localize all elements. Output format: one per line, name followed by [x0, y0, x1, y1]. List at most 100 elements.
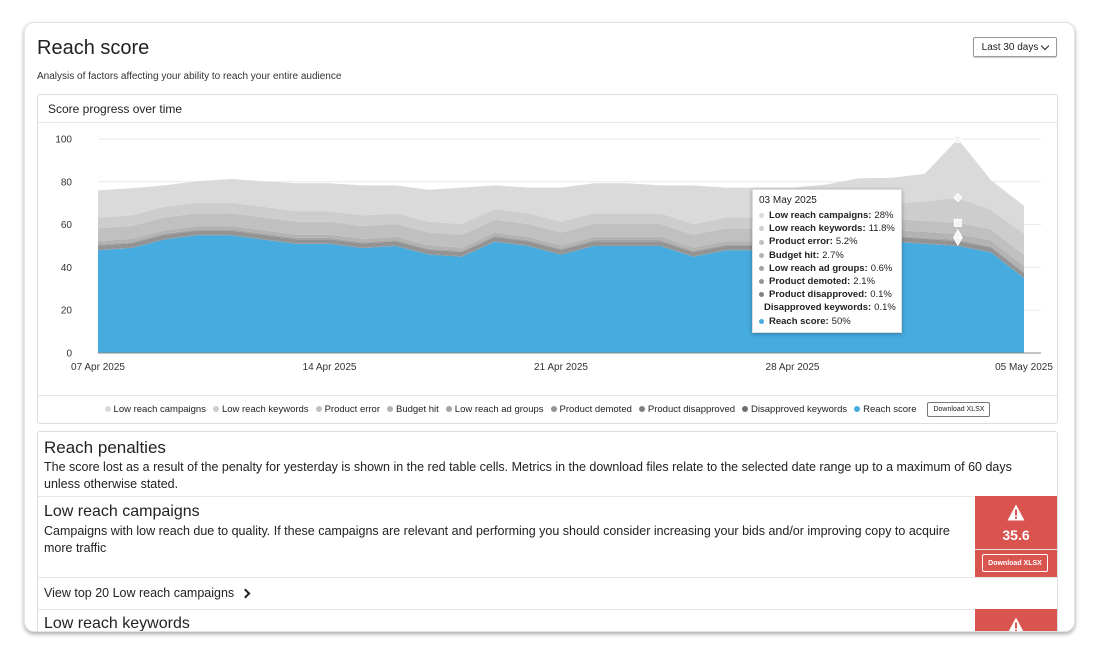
y-tick-label: 100	[55, 135, 72, 146]
legend-label: Product disapproved	[647, 403, 736, 415]
legend-dot-icon	[212, 406, 219, 412]
legend-item[interactable]: Budget hit	[387, 404, 439, 415]
tooltip-label: Reach score:	[769, 315, 829, 327]
row-divider	[38, 609, 1057, 610]
tooltip-value: 50%	[831, 315, 851, 327]
legend-item[interactable]: Product demoted	[550, 403, 632, 415]
report-frame: Reach score Analysis of factors affectin…	[24, 22, 1075, 632]
page-title: Reach score	[37, 37, 150, 59]
legend-label: Product error	[324, 403, 380, 415]
x-tick-label: 05 May 2025	[995, 362, 1053, 373]
penalties-description: The score lost as a result of the penalt…	[44, 460, 1012, 491]
tooltip-row: Low reach ad groups: 0.6%	[759, 262, 895, 275]
x-tick-label: 21 Apr 2025	[534, 362, 588, 373]
y-tick-label: 80	[61, 177, 73, 188]
penalty-score-value: 35.6	[1002, 527, 1030, 543]
tooltip-dot-icon	[759, 213, 764, 219]
penalty-download-xlsx-button[interactable]: Download XLSX	[982, 554, 1048, 572]
legend-dot-icon	[638, 406, 645, 412]
chevron-down-icon	[1041, 41, 1050, 50]
y-tick-label: 20	[61, 306, 73, 317]
legend-item[interactable]: Low reach ad groups	[445, 403, 544, 415]
tooltip-label: Low reach ad groups:	[769, 262, 868, 274]
legend-dot-icon	[550, 406, 557, 412]
tooltip-label: Low reach keywords:	[769, 223, 866, 235]
legend-item[interactable]: Low reach keywords	[212, 403, 309, 415]
legend-label: Disapproved keywords	[751, 403, 848, 415]
tooltip-label: Budget hit:	[769, 249, 820, 261]
tooltip-value: 2.1%	[853, 276, 875, 288]
tooltip-row: Low reach campaigns: 28%	[759, 209, 895, 222]
view-top-20-link[interactable]: View top 20 Low reach campaigns	[44, 586, 251, 600]
legend-label: Product demoted	[559, 403, 632, 415]
tooltip-date: 03 May 2025	[759, 195, 817, 206]
row-divider	[38, 496, 975, 497]
tooltip-dot-icon	[759, 252, 764, 258]
chart-legend: Low reach campaigns Low reach keywords Pro…	[38, 395, 1057, 422]
penalty-score-cell	[975, 609, 1057, 631]
tooltip-value: 28%	[874, 210, 894, 221]
tooltip-label: Product demoted:	[769, 276, 851, 288]
tooltip-row: Budget hit: 2.7%	[759, 249, 895, 262]
tooltip-value: 0.1%	[874, 302, 896, 314]
x-tick-label: 07 Apr 2025	[71, 362, 125, 373]
legend-item[interactable]: Product disapproved	[638, 403, 736, 415]
score-progress-card: Score progress over time 0 20 40 60 80 100 07 …	[37, 94, 1058, 424]
y-tick-label: 60	[61, 220, 73, 231]
penalty-cell-divider	[975, 549, 1057, 550]
score-progress-chart[interactable]: 0 20 40 60 80 100 07 Apr 2025 14 Apr 2025 21 Apr…	[38, 95, 1057, 395]
tooltip-dot-icon	[759, 226, 764, 232]
chevron-right-icon	[240, 588, 251, 598]
legend-dot-icon	[445, 406, 452, 412]
tooltip-value: 0.6%	[870, 262, 893, 274]
legend-item[interactable]: Reach score	[854, 404, 916, 415]
warning-icon	[1007, 504, 1025, 521]
penalties-title: Reach penalties	[44, 438, 166, 457]
date-range-select[interactable]: Last 30 days	[973, 37, 1057, 57]
tooltip-dot-icon	[759, 239, 764, 245]
tooltip-label: Disapproved keywords:	[764, 302, 872, 314]
tooltip-row: Product demoted: 2.1%	[759, 275, 895, 288]
legend-label: Budget hit	[396, 403, 439, 415]
legend-item[interactable]: Low reach campaigns	[104, 403, 206, 415]
tooltip-value: 0.1%	[870, 289, 892, 301]
page-subtitle: Analysis of factors affecting your abili…	[37, 71, 342, 82]
chart-tooltip: 03 May 2025 Low reach campaigns: 28% Low r…	[752, 189, 902, 333]
x-tick-label: 28 Apr 2025	[766, 362, 820, 373]
tooltip-dot-icon	[759, 292, 764, 298]
tooltip-row: Disapproved keywords: 0.1%	[759, 301, 896, 314]
legend-label: Low reach keywords	[221, 403, 309, 415]
legend-dot-icon	[315, 406, 322, 412]
hover-marker	[953, 218, 962, 227]
legend-item[interactable]: Product error	[315, 403, 380, 415]
tooltip-label: Product error:	[769, 236, 833, 248]
view-top-20-label: View top 20 Low reach campaigns	[44, 586, 235, 600]
penalty-score-cell: 35.6 Download XLSX	[975, 496, 1057, 577]
tooltip-row: Product disapproved: 0.1%	[759, 288, 895, 301]
legend-label: Low reach campaigns	[113, 403, 206, 415]
legend-label: Low reach ad groups	[454, 403, 544, 415]
penalty-title-low-reach-campaigns: Low reach campaigns	[44, 503, 200, 520]
penalty-description-low-reach-campaigns: Campaigns with low reach due to quality.…	[44, 524, 950, 555]
legend-dot-icon	[742, 406, 749, 412]
reach-penalties-card: Reach penalties The score lost as a resu…	[37, 431, 1058, 632]
y-tick-label: 40	[61, 263, 73, 274]
warning-icon	[1008, 617, 1024, 631]
legend-label: Reach score	[863, 403, 917, 415]
legend-item[interactable]: Disapproved keywords	[742, 404, 847, 415]
penalty-title-low-reach-keywords: Low reach keywords	[44, 615, 190, 632]
tooltip-row: Product error: 5.2%	[759, 235, 895, 248]
tooltip-label: Product disapproved:	[769, 289, 868, 301]
legend-dot-icon	[387, 406, 393, 412]
tooltip-value: 11.8%	[868, 223, 895, 235]
tooltip-dot-icon	[759, 318, 764, 324]
legend-dot-icon	[854, 406, 861, 412]
chart-download-xlsx-button[interactable]: Download XLSX	[927, 401, 991, 417]
x-tick-label: 14 Apr 2025	[303, 362, 357, 373]
tooltip-dot-icon	[759, 279, 764, 285]
row-divider	[38, 577, 1057, 578]
tooltip-value: 5.2%	[835, 236, 858, 248]
tooltip-row: Reach score: 50%	[759, 315, 895, 328]
tooltip-label: Low reach campaigns:	[769, 210, 872, 221]
tooltip-dot-icon	[759, 265, 764, 271]
